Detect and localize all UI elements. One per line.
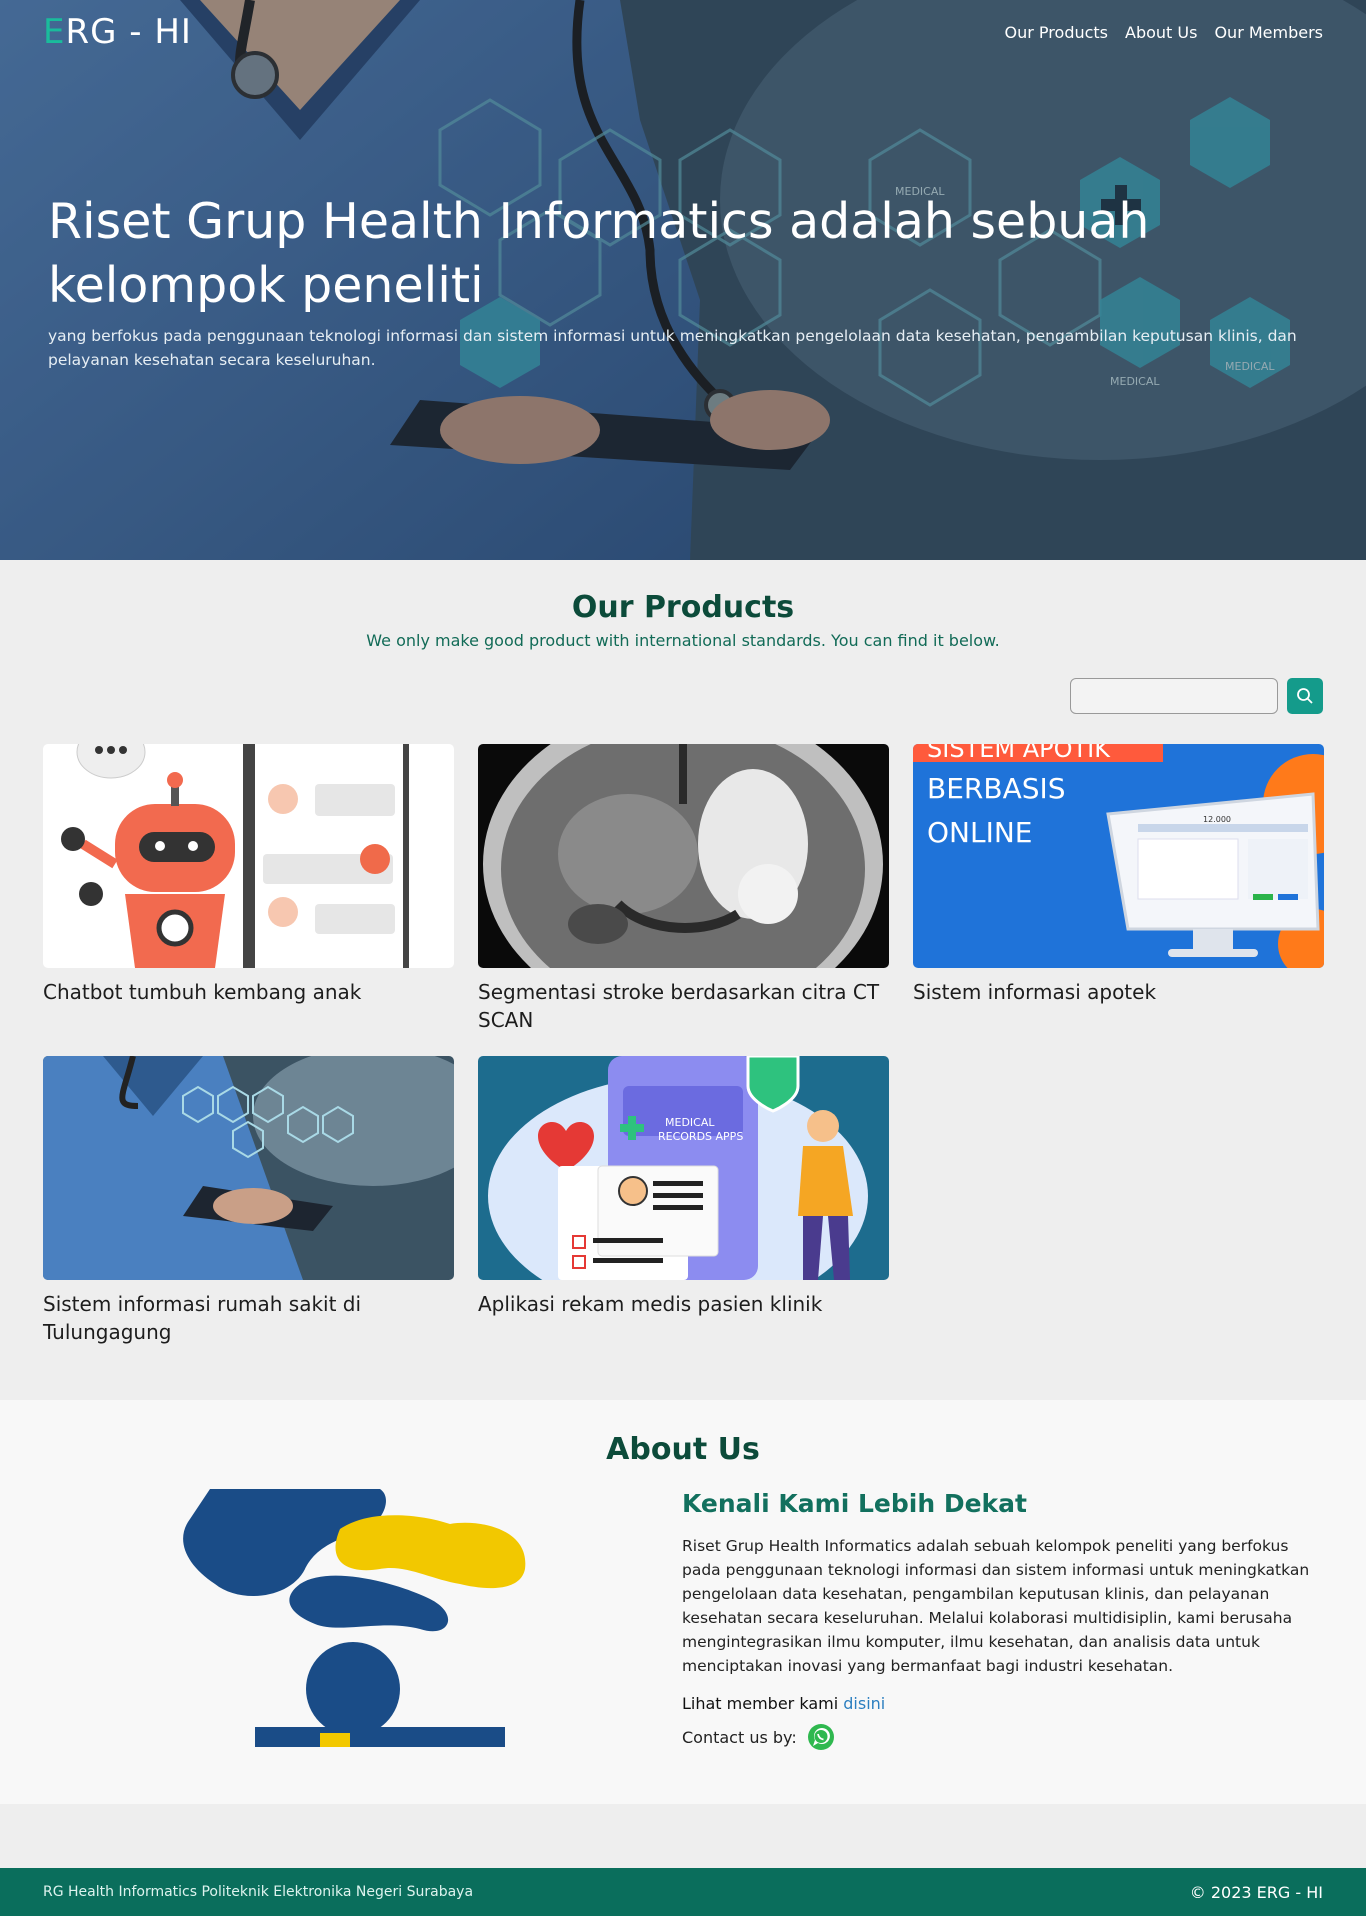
products-section: Our Products We only make good product w… xyxy=(0,560,1366,1400)
product-title[interactable]: Chatbot tumbuh kembang anak xyxy=(43,978,454,1006)
nav-link-about-us[interactable]: About Us xyxy=(1125,23,1197,42)
top-navbar: ERG - HI Our Products About Us Our Membe… xyxy=(0,0,1366,64)
product-image-ct-scan[interactable] xyxy=(478,744,889,968)
about-logo-container xyxy=(0,1489,640,1751)
product-search-bar xyxy=(43,678,1323,714)
about-content: Kenali Kami Lebih Dekat Riset Grup Healt… xyxy=(0,1489,1366,1751)
footer-institution: RG Health Informatics Politeknik Elektro… xyxy=(43,1884,474,1900)
product-card[interactable]: Sistem informasi rumah sakit di Tulungag… xyxy=(43,1056,454,1368)
product-title[interactable]: Sistem informasi rumah sakit di Tulungag… xyxy=(43,1290,454,1346)
product-card[interactable]: MEDICAL RECORDS APPS Aplikasi rekam medi… xyxy=(478,1056,889,1368)
product-title[interactable]: Sistem informasi apotek xyxy=(913,978,1324,1006)
hero-section: MEDICAL MEDICAL MEDICAL ERG - HI Our Pro… xyxy=(0,0,1366,560)
brand-logo[interactable]: ERG - HI xyxy=(43,12,192,52)
member-line: Lihat member kami disini xyxy=(682,1694,1280,1713)
svg-text:SISTEM APOTIK: SISTEM APOTIK xyxy=(927,744,1111,763)
product-title[interactable]: Segmentasi stroke berdasarkan citra CT S… xyxy=(478,978,889,1034)
product-search-input[interactable] xyxy=(1070,678,1278,714)
brand-rest: RG - HI xyxy=(65,12,192,52)
hero-content: Riset Grup Health Informatics adalah seb… xyxy=(48,190,1328,372)
pens-logo xyxy=(183,1489,526,1747)
footer-copyright: © 2023 ERG - HI xyxy=(1189,1882,1323,1902)
product-image-rekam-medis[interactable]: MEDICAL RECORDS APPS xyxy=(478,1056,889,1280)
whatsapp-icon[interactable] xyxy=(807,1723,835,1751)
hero-subtitle: yang berfokus pada penggunaan teknologi … xyxy=(48,327,1297,369)
product-image-apotek[interactable]: SISTEM APOTIK BERBASIS ONLINE 12.000 xyxy=(913,744,1324,968)
member-prefix: Lihat member kami xyxy=(682,1694,839,1713)
product-grid: Chatbot tumbuh kembang anak Segmentasi s… xyxy=(43,744,1324,1368)
contact-line: Contact us by: xyxy=(682,1723,1280,1751)
product-card[interactable]: Chatbot tumbuh kembang anak xyxy=(43,744,454,1056)
about-section: About Us Kenali Kami Lebih Dekat Riset G… xyxy=(0,1400,1366,1804)
products-subtitle: We only make good product with internati… xyxy=(366,631,1000,650)
products-title: Our Products xyxy=(571,590,795,625)
nav-link-our-members[interactable]: Our Members xyxy=(1214,23,1323,42)
product-card[interactable]: Segmentasi stroke berdasarkan citra CT S… xyxy=(478,744,889,1056)
hero-title: Riset Grup Health Informatics adalah seb… xyxy=(48,193,1150,314)
product-image-chatbot[interactable] xyxy=(43,744,454,968)
about-heading: Kenali Kami Lebih Dekat xyxy=(682,1489,1027,1518)
footer: RG Health Informatics Politeknik Elektro… xyxy=(0,1868,1366,1916)
nav-links: Our Products About Us Our Members xyxy=(1005,23,1323,42)
svg-text:BERBASIS: BERBASIS xyxy=(927,772,1066,805)
svg-text:12.000: 12.000 xyxy=(1203,815,1231,824)
svg-text:MEDICAL: MEDICAL xyxy=(665,1116,715,1129)
footer-spacer xyxy=(0,1804,1366,1868)
product-image-rumah-sakit[interactable] xyxy=(43,1056,454,1280)
about-title: About Us xyxy=(606,1432,760,1467)
about-paragraph: Riset Grup Health Informatics adalah seb… xyxy=(682,1537,1310,1675)
contact-label: Contact us by: xyxy=(682,1727,797,1747)
nav-link-our-products[interactable]: Our Products xyxy=(1005,23,1108,42)
search-icon xyxy=(1297,688,1313,704)
svg-text:RECORDS APPS: RECORDS APPS xyxy=(658,1130,743,1143)
product-card[interactable]: SISTEM APOTIK BERBASIS ONLINE 12.000 Sis… xyxy=(913,744,1324,1056)
brand-initial: E xyxy=(43,12,66,52)
svg-text:ONLINE: ONLINE xyxy=(927,816,1032,849)
about-text: Kenali Kami Lebih Dekat Riset Grup Healt… xyxy=(640,1489,1309,1751)
member-link[interactable]: disini xyxy=(843,1694,885,1713)
product-search-button[interactable] xyxy=(1287,678,1323,714)
product-title[interactable]: Aplikasi rekam medis pasien klinik xyxy=(478,1290,889,1318)
